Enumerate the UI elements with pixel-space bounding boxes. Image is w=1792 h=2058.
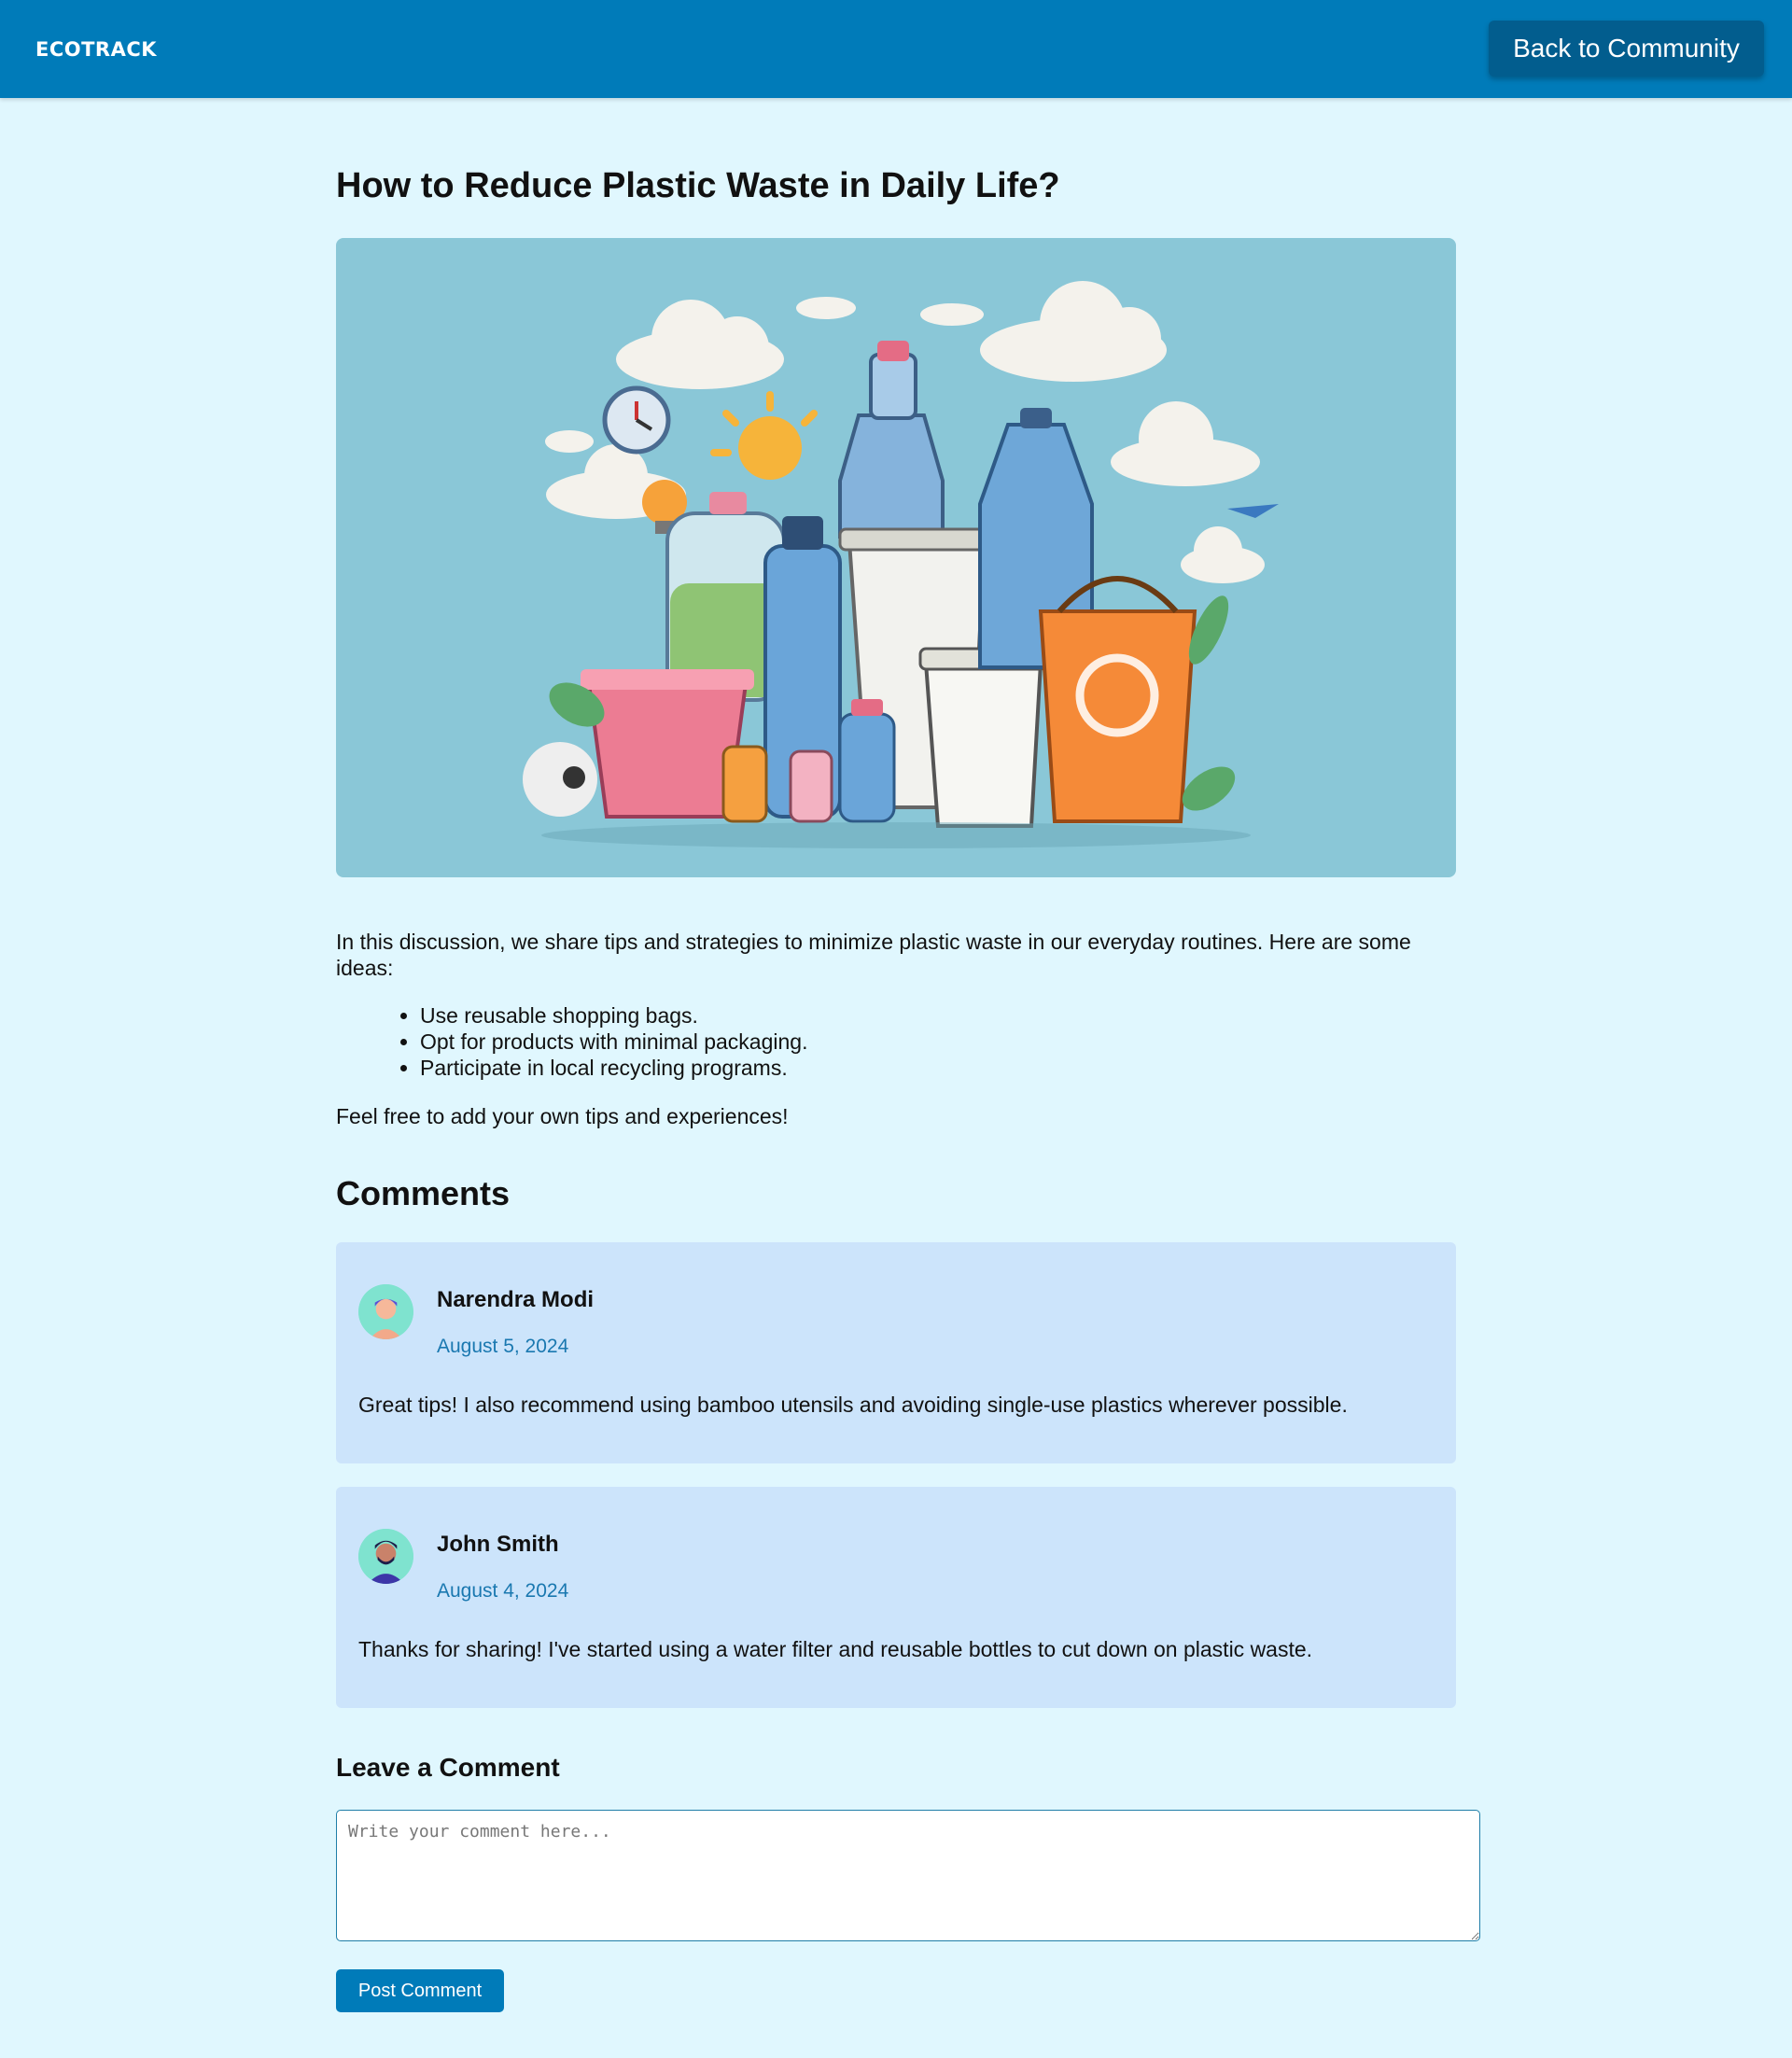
- top-nav-bar: ECOTRACK Back to Community: [0, 0, 1792, 98]
- user-avatar-icon: [358, 1284, 413, 1339]
- comment-text: Great tips! I also recommend using bambo…: [358, 1393, 1348, 1417]
- comment-card: John Smith August 4, 2024 Thanks for sha…: [336, 1487, 1456, 1708]
- post-outro: Feel free to add your own tips and exper…: [336, 1104, 789, 1128]
- leave-comment-heading: Leave a Comment: [336, 1753, 560, 1782]
- post-comment-button[interactable]: Post Comment: [336, 1969, 504, 2012]
- plastic-waste-illustration: [523, 281, 1279, 848]
- comment-author: Narendra Modi: [437, 1287, 595, 1312]
- list-item: Opt for products with minimal packaging.: [420, 1029, 1447, 1055]
- comment-date: August 4, 2024: [437, 1580, 569, 1602]
- post-title: How to Reduce Plastic Waste in Daily Lif…: [336, 166, 1060, 205]
- list-item: Participate in local recycling programs.: [420, 1055, 1447, 1081]
- post-hero-image: [336, 238, 1456, 877]
- comment-textarea[interactable]: [336, 1810, 1480, 1941]
- comment-author: John Smith: [437, 1532, 559, 1557]
- back-to-community-button[interactable]: Back to Community: [1489, 21, 1764, 77]
- avatar: [358, 1284, 413, 1339]
- comment-text: Thanks for sharing! I've started using a…: [358, 1637, 1313, 1661]
- comment-date: August 5, 2024: [437, 1336, 569, 1357]
- comment-card: Narendra Modi August 5, 2024 Great tips!…: [336, 1242, 1456, 1463]
- comments-heading: Comments: [336, 1174, 511, 1212]
- ecotrack-logo[interactable]: ECOTRACK: [35, 38, 157, 61]
- post-intro: In this discussion, we share tips and st…: [336, 930, 1411, 980]
- tips-list: Use reusable shopping bags. Opt for prod…: [420, 1002, 1447, 1081]
- list-item: Use reusable shopping bags.: [420, 1002, 1447, 1029]
- user-avatar-icon: [358, 1529, 413, 1584]
- avatar: [358, 1529, 413, 1584]
